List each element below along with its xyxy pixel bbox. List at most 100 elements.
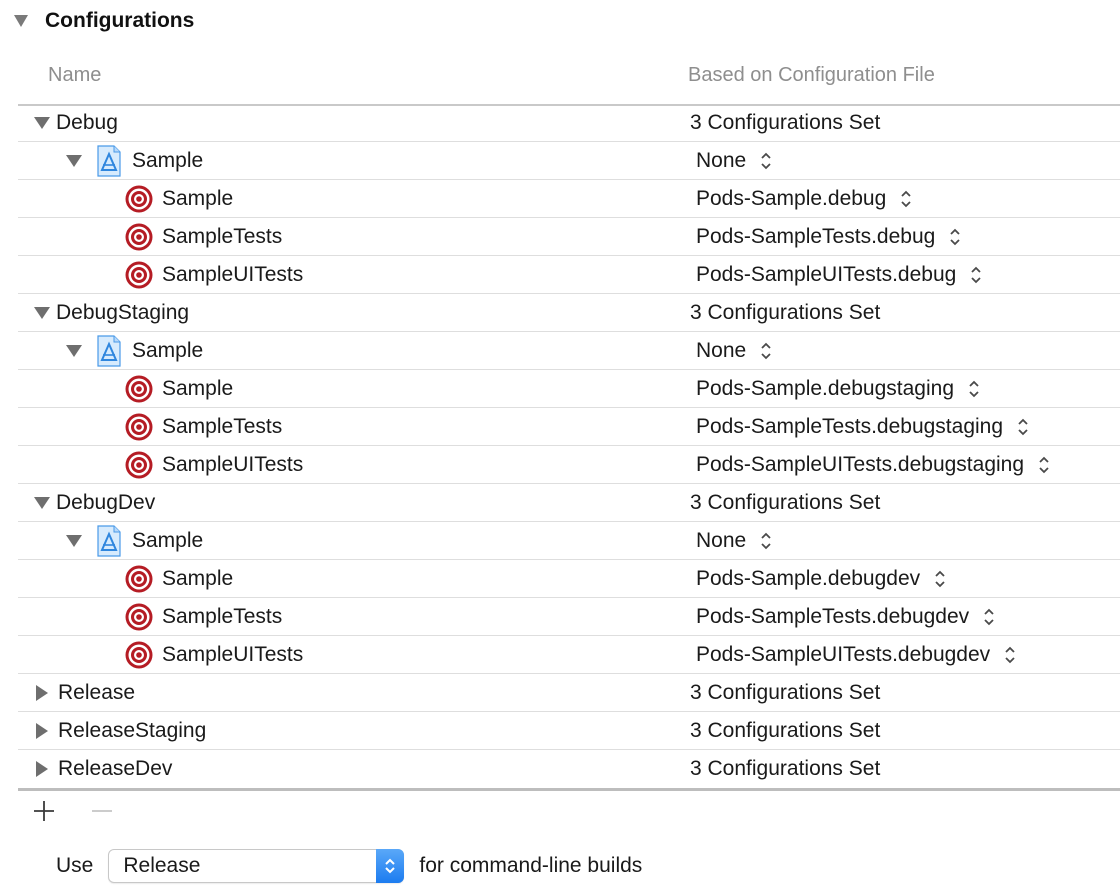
popup-stepper-icon[interactable] (934, 569, 946, 589)
project-row[interactable]: Sample None (18, 142, 1120, 180)
popup-stepper-icon[interactable] (1038, 455, 1050, 475)
configuration-row[interactable]: DebugDev 3 Configurations Set (18, 484, 1120, 522)
disclosure-open-icon[interactable] (66, 344, 82, 357)
command-line-config-select[interactable]: Release (108, 849, 405, 883)
disclosure-triangle-icon[interactable] (14, 15, 28, 27)
popup-stepper-icon[interactable] (1004, 645, 1016, 665)
target-config-value[interactable]: Pods-Sample.debugstaging (696, 377, 954, 401)
target-name-cell: SampleTests (124, 598, 282, 635)
configuration-name[interactable]: Debug (56, 111, 118, 135)
configuration-row[interactable]: Release 3 Configurations Set (18, 674, 1120, 712)
target-config-value[interactable]: Pods-SampleTests.debug (696, 225, 935, 249)
target-icon (124, 222, 154, 252)
configuration-name[interactable]: Release (58, 681, 135, 705)
configuration-name-cell: ReleaseDev (34, 750, 172, 787)
select-chevron-icon[interactable] (376, 849, 405, 883)
disclosure-open-icon[interactable] (66, 534, 82, 547)
configuration-row[interactable]: ReleaseStaging 3 Configurations Set (18, 712, 1120, 750)
target-row[interactable]: SampleUITests Pods-SampleUITests.debugsta… (18, 446, 1120, 484)
target-row[interactable]: Sample Pods-Sample.debugstaging (18, 370, 1120, 408)
target-name: SampleUITests (162, 262, 304, 286)
configuration-summary: 3 Configurations Set (690, 718, 881, 742)
target-name-cell: SampleTests (124, 218, 282, 255)
target-config-value[interactable]: Pods-Sample.debug (696, 187, 886, 211)
target-row[interactable]: SampleTests Pods-SampleTests.debugstaging (18, 408, 1120, 446)
column-header-based-on[interactable]: Based on Configuration File (688, 64, 935, 87)
target-config-popup[interactable]: Pods-Sample.debug (696, 180, 912, 217)
popup-stepper-icon[interactable] (968, 379, 980, 399)
target-icon (124, 450, 154, 480)
target-name: SampleUITests (162, 452, 304, 476)
disclosure-closed-icon[interactable] (36, 760, 48, 777)
project-row[interactable]: Sample None (18, 522, 1120, 560)
target-name: Sample (162, 376, 234, 400)
target-config-value[interactable]: Pods-SampleUITests.debugstaging (696, 453, 1024, 477)
disclosure-closed-icon[interactable] (36, 722, 48, 739)
popup-stepper-icon[interactable] (760, 531, 772, 551)
configuration-summary: 3 Configurations Set (690, 110, 881, 134)
target-config-popup[interactable]: Pods-SampleTests.debugstaging (696, 408, 1029, 445)
target-row[interactable]: SampleUITests Pods-SampleUITests.debug (18, 256, 1120, 294)
target-icon (124, 184, 154, 214)
target-row[interactable]: SampleUITests Pods-SampleUITests.debugdev (18, 636, 1120, 674)
project-config-popup[interactable]: None (696, 522, 772, 559)
target-icon (124, 260, 154, 290)
configuration-row[interactable]: ReleaseDev 3 Configurations Set (18, 750, 1120, 788)
configuration-summary: 3 Configurations Set (690, 756, 881, 780)
xcode-project-icon (96, 334, 122, 367)
popup-stepper-icon[interactable] (983, 607, 995, 627)
configuration-name[interactable]: DebugDev (56, 491, 155, 515)
project-config-value[interactable]: None (696, 149, 746, 173)
popup-stepper-icon[interactable] (760, 151, 772, 171)
configurations-section-header[interactable]: Configurations (14, 6, 194, 36)
target-config-popup[interactable]: Pods-SampleUITests.debug (696, 256, 982, 293)
configuration-row[interactable]: DebugStaging 3 Configurations Set (18, 294, 1120, 332)
target-row[interactable]: Sample Pods-Sample.debug (18, 180, 1120, 218)
target-name-cell: Sample (124, 370, 233, 407)
target-row[interactable]: SampleTests Pods-SampleTests.debug (18, 218, 1120, 256)
minus-icon[interactable] (90, 799, 114, 823)
disclosure-open-icon[interactable] (66, 154, 82, 167)
target-config-popup[interactable]: Pods-SampleTests.debugdev (696, 598, 995, 635)
target-config-value[interactable]: Pods-SampleTests.debugdev (696, 605, 969, 629)
configuration-summary-cell: 3 Configurations Set (690, 104, 880, 141)
popup-stepper-icon[interactable] (949, 227, 961, 247)
project-config-popup[interactable]: None (696, 142, 772, 179)
project-config-value[interactable]: None (696, 339, 746, 363)
target-config-popup[interactable]: Pods-SampleUITests.debugstaging (696, 446, 1050, 483)
target-icon (124, 374, 154, 404)
configuration-row[interactable]: Debug 3 Configurations Set (18, 104, 1120, 142)
target-icon (124, 640, 154, 670)
disclosure-open-icon[interactable] (34, 116, 50, 129)
configuration-name[interactable]: ReleaseStaging (58, 719, 206, 743)
project-config-value[interactable]: None (696, 529, 746, 553)
column-header-name[interactable]: Name (48, 64, 101, 87)
command-line-suffix: for command-line builds (419, 854, 643, 877)
target-config-popup[interactable]: Pods-SampleTests.debug (696, 218, 961, 255)
popup-stepper-icon[interactable] (1017, 417, 1029, 437)
target-icon (124, 412, 154, 442)
configuration-summary-cell: 3 Configurations Set (690, 712, 880, 749)
disclosure-closed-icon[interactable] (36, 684, 48, 701)
target-config-value[interactable]: Pods-SampleTests.debugstaging (696, 415, 1003, 439)
target-row[interactable]: SampleTests Pods-SampleTests.debugdev (18, 598, 1120, 636)
target-config-popup[interactable]: Pods-SampleUITests.debugdev (696, 636, 1016, 673)
target-config-popup[interactable]: Pods-Sample.debugdev (696, 560, 946, 597)
configuration-name[interactable]: DebugStaging (56, 301, 189, 325)
target-config-popup[interactable]: Pods-Sample.debugstaging (696, 370, 980, 407)
target-config-value[interactable]: Pods-Sample.debugdev (696, 567, 920, 591)
popup-stepper-icon[interactable] (760, 341, 772, 361)
target-name: SampleTests (162, 414, 283, 438)
configuration-name-cell: Release (34, 674, 135, 711)
popup-stepper-icon[interactable] (900, 189, 912, 209)
target-row[interactable]: Sample Pods-Sample.debugdev (18, 560, 1120, 598)
disclosure-open-icon[interactable] (34, 306, 50, 319)
plus-icon[interactable] (32, 799, 56, 823)
project-row[interactable]: Sample None (18, 332, 1120, 370)
project-config-popup[interactable]: None (696, 332, 772, 369)
configuration-name[interactable]: ReleaseDev (58, 757, 172, 781)
popup-stepper-icon[interactable] (970, 265, 982, 285)
disclosure-open-icon[interactable] (34, 496, 50, 509)
target-config-value[interactable]: Pods-SampleUITests.debug (696, 263, 956, 287)
target-config-value[interactable]: Pods-SampleUITests.debugdev (696, 643, 990, 667)
